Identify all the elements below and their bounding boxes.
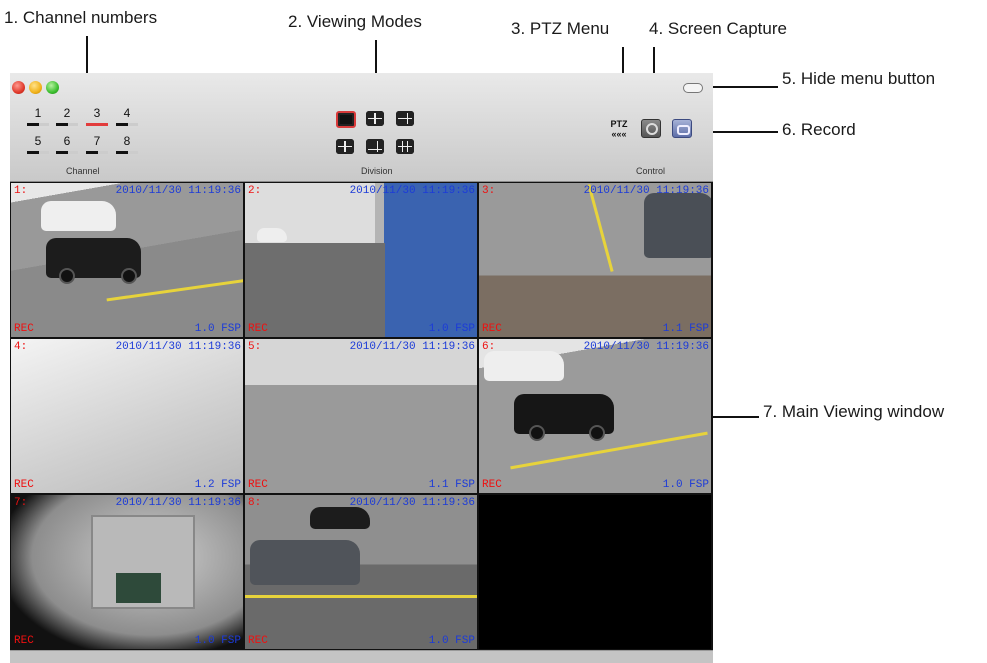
camera-view-8[interactable]: 8: 2010/11/30 11:19:36 REC 1.0 FSP: [245, 495, 477, 649]
close-icon[interactable]: [12, 81, 25, 94]
camera-timestamp: 2010/11/30 11:19:36: [349, 497, 475, 509]
camera-view-4[interactable]: 4: 2010/11/30 11:19:36 REC 1.2 FSP: [11, 339, 243, 493]
camera-id: 8:: [248, 497, 262, 509]
callout-record: 6. Record: [782, 120, 856, 139]
fps-readout: 1.0 FSP: [194, 323, 241, 335]
fps-readout: 1.0 FSP: [428, 635, 475, 647]
rec-indicator: REC: [482, 323, 502, 335]
channel-button-1[interactable]: 1: [27, 106, 49, 126]
rec-indicator: REC: [248, 635, 268, 647]
callout-ptz-menu: 3. PTZ Menu: [511, 19, 610, 38]
channel-button-5[interactable]: 5: [27, 134, 49, 154]
camera-id: 3:: [482, 185, 496, 197]
ptz-label: PTZ: [610, 119, 628, 129]
camera-timestamp: 2010/11/30 11:19:36: [349, 185, 475, 197]
camera-timestamp: 2010/11/30 11:19:36: [583, 341, 709, 353]
channel-button-8[interactable]: 8: [116, 134, 138, 154]
eight-view-icon[interactable]: [336, 139, 354, 154]
fps-readout: 1.1 FSP: [428, 479, 475, 491]
camera-id: 1:: [14, 185, 28, 197]
minimize-icon[interactable]: [29, 81, 42, 94]
channel-button-7[interactable]: 7: [86, 134, 108, 154]
division-group-label: Division: [361, 166, 393, 176]
quad-view-icon[interactable]: [366, 111, 384, 126]
camera-view-3[interactable]: 3: 2010/11/30 11:19:36 REC 1.1 FSP: [479, 183, 711, 337]
camera-timestamp: 2010/11/30 11:19:36: [115, 185, 241, 197]
camera-id: 5:: [248, 341, 262, 353]
camera-view-6[interactable]: 6: 2010/11/30 11:19:36 REC 1.0 FSP: [479, 339, 711, 493]
callout-hide-menu: 5. Hide menu button: [782, 69, 936, 88]
toolbar: 1 2 3 4 5 6 7 8 Channel Division PTZ «««…: [10, 73, 713, 182]
camera-icon[interactable]: [641, 119, 661, 138]
callout-viewing-modes: 2. Viewing Modes: [288, 12, 422, 31]
sixteen-view-icon[interactable]: [396, 139, 414, 154]
six-view-icon[interactable]: [396, 111, 414, 126]
camera-view-empty[interactable]: [479, 495, 711, 649]
leader-hide: [704, 86, 778, 88]
channel-button-6[interactable]: 6: [56, 134, 78, 154]
hide-menu-button[interactable]: [683, 83, 703, 93]
fps-readout: 1.2 FSP: [194, 479, 241, 491]
channel-button-2[interactable]: 2: [56, 106, 78, 126]
single-view-icon[interactable]: [336, 111, 356, 128]
camera-id: 4:: [14, 341, 28, 353]
rec-indicator: REC: [248, 323, 268, 335]
app-window: 1 2 3 4 5 6 7 8 Channel Division PTZ «««…: [10, 73, 713, 663]
channel-button-4[interactable]: 4: [116, 106, 138, 126]
camera-view-1[interactable]: 1: 2010/11/30 11:19:36 REC 1.0 FSP: [11, 183, 243, 337]
rec-indicator: REC: [14, 635, 34, 647]
record-icon[interactable]: [672, 119, 692, 138]
ptz-arrows: «««: [611, 129, 627, 139]
status-bar: [10, 650, 713, 663]
fps-readout: 1.0 FSP: [194, 635, 241, 647]
control-group-label: Control: [636, 166, 666, 176]
fps-readout: 1.0 FSP: [662, 479, 709, 491]
main-viewing-window: 1: 2010/11/30 11:19:36 REC 1.0 FSP 2: 20…: [10, 182, 713, 650]
rec-indicator: REC: [14, 323, 34, 335]
channel-group-label: Channel: [66, 166, 100, 176]
fps-readout: 1.0 FSP: [428, 323, 475, 335]
camera-timestamp: 2010/11/30 11:19:36: [115, 341, 241, 353]
ptz-icon[interactable]: PTZ «««: [609, 119, 629, 141]
camera-view-5[interactable]: 5: 2010/11/30 11:19:36 REC 1.1 FSP: [245, 339, 477, 493]
camera-id: 2:: [248, 185, 262, 197]
fps-readout: 1.1 FSP: [662, 323, 709, 335]
camera-view-7[interactable]: 7: 2010/11/30 11:19:36 REC 1.0 FSP: [11, 495, 243, 649]
camera-timestamp: 2010/11/30 11:19:36: [349, 341, 475, 353]
nine-view-icon[interactable]: [366, 139, 384, 154]
camera-timestamp: 2010/11/30 11:19:36: [583, 185, 709, 197]
callout-channel-numbers: 1. Channel numbers: [4, 8, 158, 27]
channel-button-3[interactable]: 3: [86, 106, 108, 126]
camera-id: 6:: [482, 341, 496, 353]
callout-main-window: 7. Main Viewing window: [763, 402, 945, 421]
rec-indicator: REC: [14, 479, 34, 491]
rec-indicator: REC: [248, 479, 268, 491]
camera-view-2[interactable]: 2: 2010/11/30 11:19:36 REC 1.0 FSP: [245, 183, 477, 337]
camera-id: 7:: [14, 497, 28, 509]
zoom-icon[interactable]: [46, 81, 59, 94]
rec-indicator: REC: [482, 479, 502, 491]
camera-timestamp: 2010/11/30 11:19:36: [115, 497, 241, 509]
callout-screen-capture: 4. Screen Capture: [649, 19, 787, 38]
